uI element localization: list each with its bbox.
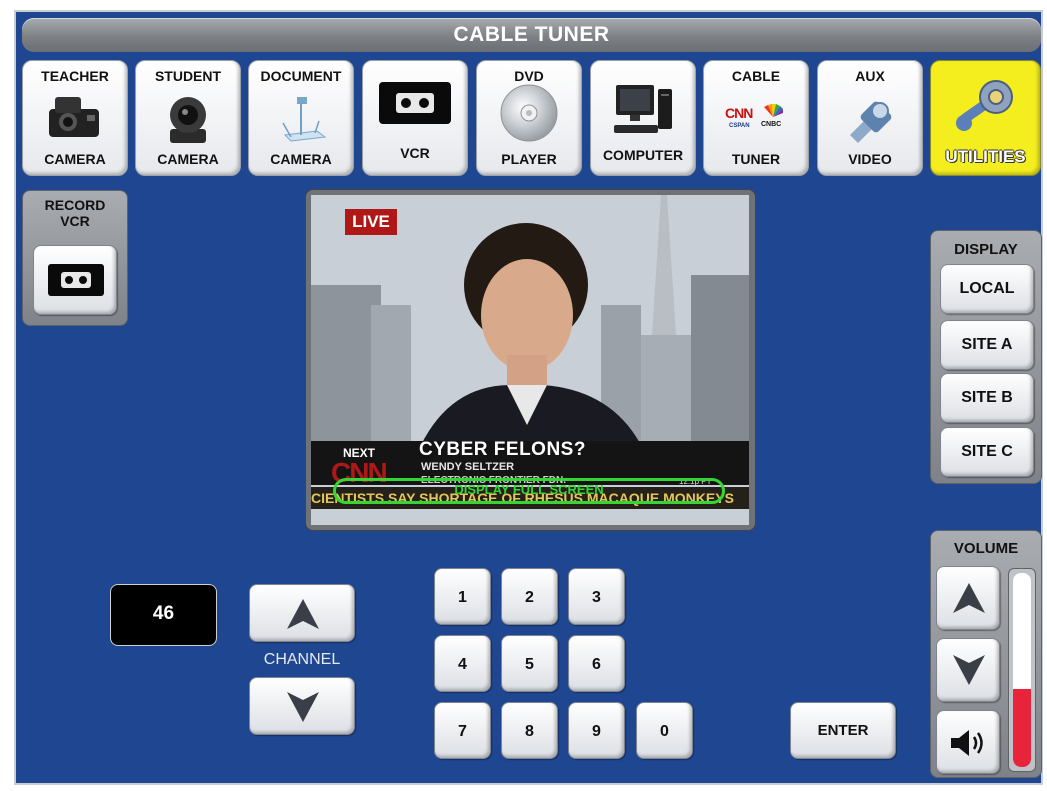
arrow-down-icon bbox=[953, 655, 985, 685]
volume-up-button[interactable] bbox=[936, 566, 1000, 630]
arrow-down-icon bbox=[287, 692, 319, 722]
source-label-bottom: PLAYER bbox=[501, 151, 557, 167]
keypad-9-button[interactable]: 9 bbox=[568, 702, 625, 759]
document-camera-arm-icon bbox=[271, 91, 331, 150]
video-preview[interactable]: LIVE NEXT CYBER FELONS? WENDY SELTZER EL… bbox=[311, 195, 749, 525]
record-vcr-panel: RECORD VCR bbox=[22, 190, 128, 326]
wrench-gear-icon bbox=[950, 75, 1022, 140]
source-computer-button[interactable]: COMPUTER bbox=[590, 60, 696, 176]
display-local-button[interactable]: LOCAL bbox=[940, 264, 1034, 314]
volume-meter-track bbox=[1013, 573, 1031, 767]
keypad-3-button[interactable]: 3 bbox=[568, 568, 625, 625]
peacock-icon bbox=[761, 103, 785, 121]
source-label-top: CABLE bbox=[731, 68, 781, 84]
source-cable-tuner-button[interactable]: CABLE CNN CSPAN CNBC TUNER bbox=[703, 60, 809, 176]
channel-readout: 46 bbox=[110, 584, 217, 646]
ptz-camera-icon bbox=[158, 91, 218, 150]
channel-up-button[interactable] bbox=[249, 584, 355, 642]
live-badge: LIVE bbox=[345, 209, 397, 235]
volume-title: VOLUME bbox=[953, 540, 1019, 557]
keypad-6-button[interactable]: 6 bbox=[568, 635, 625, 692]
source-label-bottom: COMPUTER bbox=[602, 147, 684, 163]
channel-down-button[interactable] bbox=[249, 677, 355, 735]
arrow-up-icon bbox=[953, 583, 985, 613]
display-title: DISPLAY bbox=[954, 241, 1018, 258]
source-aux-video-button[interactable]: AUX VIDEO bbox=[817, 60, 923, 176]
keypad-1-button[interactable]: 1 bbox=[434, 568, 491, 625]
arrow-up-icon bbox=[287, 599, 319, 629]
source-label-top: STUDENT bbox=[154, 68, 222, 84]
record-label: RECORD bbox=[44, 197, 106, 213]
keypad-5-button[interactable]: 5 bbox=[501, 635, 558, 692]
connector-icon bbox=[840, 91, 900, 150]
source-utilities-button[interactable]: UTILITIES bbox=[930, 60, 1041, 176]
source-vcr-button[interactable]: VCR bbox=[362, 60, 468, 176]
volume-down-button[interactable] bbox=[936, 638, 1000, 702]
guest-name: WENDY SELTZER bbox=[421, 461, 515, 473]
keypad-2-button[interactable]: 2 bbox=[501, 568, 558, 625]
source-label-top: DOCUMENT bbox=[260, 68, 342, 84]
computer-icon bbox=[610, 81, 676, 142]
source-label-bottom: CAMERA bbox=[270, 151, 332, 167]
cnn-logo: CNN bbox=[725, 105, 753, 121]
display-site-a-button[interactable]: SITE A bbox=[940, 320, 1034, 370]
keypad-7-button[interactable]: 7 bbox=[434, 702, 491, 759]
source-student-camera-button[interactable]: STUDENT CAMERA bbox=[135, 60, 241, 176]
channel-label: CHANNEL bbox=[263, 651, 341, 668]
page-title: CABLE TUNER bbox=[22, 18, 1041, 52]
enter-button[interactable]: ENTER bbox=[790, 702, 896, 759]
speaker-icon bbox=[951, 730, 983, 756]
source-label-top: AUX bbox=[855, 68, 885, 84]
display-site-b-button[interactable]: SITE B bbox=[940, 373, 1034, 423]
record-vcr-button[interactable] bbox=[33, 245, 117, 315]
source-label-bottom: VIDEO bbox=[848, 151, 892, 167]
mute-button[interactable] bbox=[936, 710, 1000, 774]
display-site-c-button[interactable]: SITE C bbox=[940, 427, 1034, 477]
volume-meter-fill bbox=[1013, 689, 1031, 767]
vhs-tape-icon bbox=[47, 263, 105, 302]
record-vcr-title: RECORD VCR bbox=[23, 197, 127, 229]
source-label-bottom: CAMERA bbox=[157, 151, 219, 167]
cspan-logo: CSPAN bbox=[729, 123, 750, 129]
keypad-0-button[interactable]: 0 bbox=[636, 702, 693, 759]
source-dvd-player-button[interactable]: DVD PLAYER bbox=[476, 60, 582, 176]
volume-meter bbox=[1008, 568, 1036, 772]
source-label-bottom: UTILITIES bbox=[945, 147, 1026, 166]
touch-panel-screen: CABLE TUNER TEACHER CAMERA STUDENT CAMER… bbox=[0, 0, 1047, 791]
document-camera-icon bbox=[43, 91, 107, 150]
source-teacher-camera-button[interactable]: TEACHER CAMERA bbox=[22, 60, 128, 176]
source-label-bottom: TUNER bbox=[731, 151, 781, 167]
vhs-tape-icon bbox=[378, 81, 452, 128]
source-label-bottom: VCR bbox=[400, 145, 430, 161]
display-fullscreen-label[interactable]: DISPLAY FULL SCREEN bbox=[333, 482, 725, 497]
source-document-camera-button[interactable]: DOCUMENT CAMERA bbox=[248, 60, 354, 176]
source-label-top: DVD bbox=[514, 68, 544, 84]
keypad-4-button[interactable]: 4 bbox=[434, 635, 491, 692]
cnbc-logo: CNBC bbox=[761, 121, 782, 128]
headline-text: CYBER FELONS? bbox=[419, 439, 586, 460]
keypad-8-button[interactable]: 8 bbox=[501, 702, 558, 759]
disc-icon bbox=[499, 83, 559, 146]
cable-networks-icon: CNN CSPAN CNBC bbox=[721, 103, 791, 137]
vcr-label: VCR bbox=[60, 213, 90, 229]
source-label-bottom: CAMERA bbox=[44, 151, 106, 167]
source-label-top: TEACHER bbox=[41, 68, 109, 84]
